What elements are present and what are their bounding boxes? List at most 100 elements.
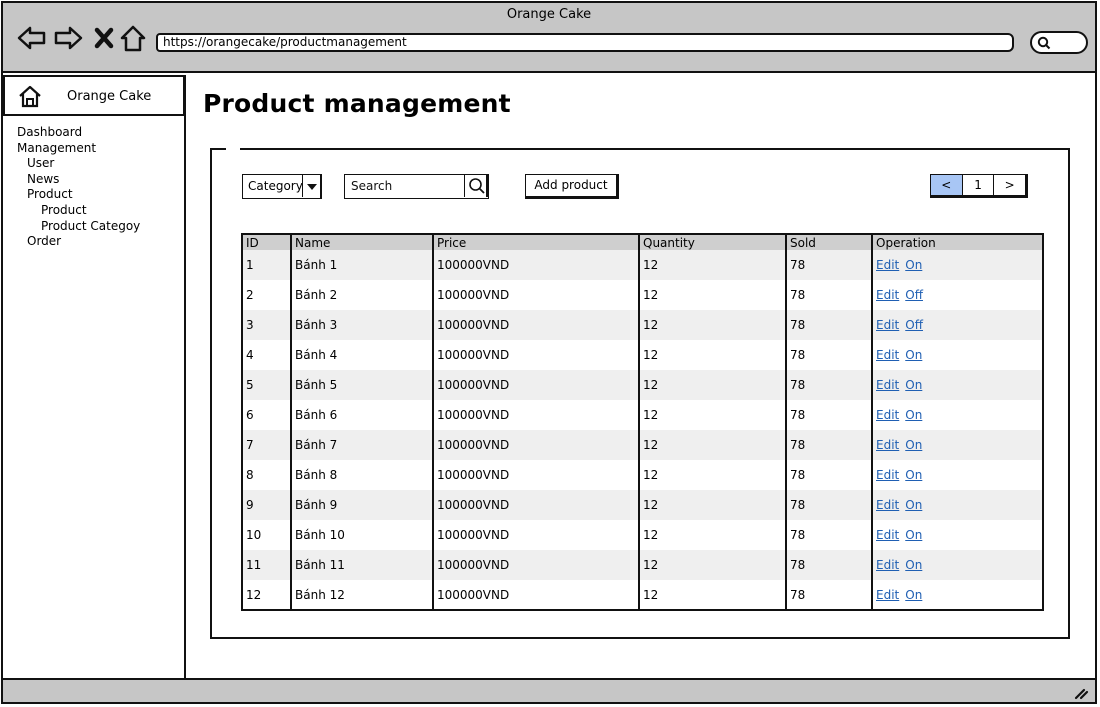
browser-toolbar: Orange Cake https://orangecake/productma… — [3, 3, 1095, 73]
status-toggle-link[interactable]: On — [905, 588, 922, 602]
panel-border-gap — [226, 147, 240, 152]
edit-link[interactable]: Edit — [876, 408, 899, 422]
status-toggle-link[interactable]: On — [905, 438, 922, 452]
cell-name: Bánh 2 — [290, 280, 433, 310]
edit-link[interactable]: Edit — [876, 318, 899, 332]
cell-sold: 78 — [785, 580, 872, 610]
cell-operation: Edit Off — [871, 310, 1042, 340]
back-arrow-icon[interactable] — [17, 23, 47, 53]
cell-operation: Edit On — [871, 520, 1042, 550]
sidebar-item-order[interactable]: Order — [17, 234, 140, 250]
cell-quantity: 12 — [638, 310, 786, 340]
sidebar-item-product-category[interactable]: Product Categoy — [17, 219, 140, 235]
status-toggle-link[interactable]: On — [905, 348, 922, 362]
close-icon[interactable] — [89, 23, 119, 53]
cell-sold: 78 — [785, 550, 872, 580]
cell-sold: 78 — [785, 400, 872, 430]
status-bar — [3, 678, 1095, 702]
column-header-id: ID — [243, 235, 291, 250]
cell-sold: 78 — [785, 430, 872, 460]
cell-sold: 78 — [785, 340, 872, 370]
edit-link[interactable]: Edit — [876, 498, 899, 512]
cell-name: Bánh 3 — [290, 310, 433, 340]
table-row: 9 Bánh 9 100000VND 12 78 Edit On — [243, 490, 1042, 520]
search-icon — [1037, 36, 1051, 50]
edit-link[interactable]: Edit — [876, 378, 899, 392]
forward-arrow-icon[interactable] — [53, 23, 83, 53]
column-header-sold: Sold — [785, 235, 872, 250]
status-toggle-link[interactable]: On — [905, 528, 922, 542]
cell-operation: Edit Off — [871, 280, 1042, 310]
column-header-operation: Operation — [871, 235, 1042, 250]
pagination-page-1[interactable]: 1 — [961, 175, 994, 195]
table-row: 6 Bánh 6 100000VND 12 78 Edit On — [243, 400, 1042, 430]
table-row: 7 Bánh 7 100000VND 12 78 Edit On — [243, 430, 1042, 460]
cell-name: Bánh 9 — [290, 490, 433, 520]
sidebar-item-product-list[interactable]: Product — [17, 203, 140, 219]
status-toggle-link[interactable]: On — [905, 558, 922, 572]
edit-link[interactable]: Edit — [876, 288, 899, 302]
status-toggle-link[interactable]: Off — [905, 318, 923, 332]
cell-quantity: 12 — [638, 430, 786, 460]
edit-link[interactable]: Edit — [876, 258, 899, 272]
add-product-button[interactable]: Add product — [525, 174, 619, 199]
status-toggle-link[interactable]: On — [905, 408, 922, 422]
column-header-quantity: Quantity — [638, 235, 786, 250]
status-toggle-link[interactable]: On — [905, 498, 922, 512]
status-toggle-link[interactable]: On — [905, 258, 922, 272]
cell-quantity: 12 — [638, 250, 786, 280]
edit-link[interactable]: Edit — [876, 528, 899, 542]
edit-link[interactable]: Edit — [876, 588, 899, 602]
cell-quantity: 12 — [638, 370, 786, 400]
sidebar-item-product[interactable]: Product — [17, 187, 140, 203]
cell-id: 8 — [246, 468, 254, 482]
cell-id: 9 — [243, 490, 291, 520]
sidebar-home-label: Orange Cake — [67, 89, 152, 104]
edit-link[interactable]: Edit — [876, 438, 899, 452]
cell-name: Bánh 1 — [290, 250, 433, 280]
cell-id: 11 — [243, 550, 291, 580]
status-toggle-link[interactable]: On — [905, 378, 922, 392]
resize-grip-icon[interactable] — [1073, 684, 1089, 700]
cell-id: 7 — [243, 430, 291, 460]
cell-sold: 78 — [785, 490, 872, 520]
cell-id: 3 — [243, 310, 291, 340]
status-toggle-link[interactable]: Off — [905, 288, 923, 302]
category-select[interactable]: Category — [242, 174, 322, 199]
product-panel: Category Search Add product < 1 > ID Nam… — [210, 147, 1070, 639]
browser-search-button[interactable] — [1030, 31, 1088, 54]
page-title: Product management — [203, 89, 511, 118]
sidebar-item-news[interactable]: News — [17, 172, 140, 188]
cell-id: 10 — [246, 528, 262, 542]
cell-price: 100000VND — [432, 370, 639, 400]
column-header-name: Name — [290, 235, 433, 250]
search-input[interactable]: Search — [344, 174, 489, 199]
sidebar-item-user[interactable]: User — [17, 156, 140, 172]
home-icon[interactable] — [118, 23, 148, 53]
cell-operation: Edit On — [871, 430, 1042, 460]
sidebar-home-button[interactable]: Orange Cake — [3, 75, 185, 116]
table-row: 5 Bánh 5 100000VND 12 78 Edit On — [243, 370, 1042, 400]
table-body: 1 Bánh 1 100000VND 12 78 Edit On 2 Bánh 2 100000V… — [243, 250, 1042, 610]
pagination-prev-button[interactable]: < — [931, 175, 962, 195]
cell-sold: 78 — [785, 370, 872, 400]
cell-sold: 78 — [785, 310, 872, 340]
cell-quantity: 12 — [638, 460, 786, 490]
cell-operation: Edit On — [871, 490, 1042, 520]
cell-operation: Edit On — [871, 400, 1042, 430]
status-toggle-link[interactable]: On — [905, 468, 922, 482]
pagination-next-button[interactable]: > — [993, 175, 1025, 195]
sidebar-item-dashboard[interactable]: Dashboard — [17, 125, 140, 141]
address-bar[interactable]: https://orangecake/productmanagement — [156, 33, 1014, 52]
table-row: 12 Bánh 12 100000VND 12 78 Edit On — [243, 580, 1042, 610]
edit-link[interactable]: Edit — [876, 348, 899, 362]
sidebar-item-management[interactable]: Management — [17, 141, 140, 157]
edit-link[interactable]: Edit — [876, 558, 899, 572]
product-table: ID Name Price Quantity Sold Operation 1B… — [241, 233, 1044, 611]
table-row: 10 Bánh 10 100000VND 12 78 Edit On — [243, 520, 1042, 550]
edit-link[interactable]: Edit — [876, 468, 899, 482]
cell-operation: Edit On — [871, 580, 1042, 610]
cell-quantity: 12 — [638, 550, 786, 580]
cell-operation: Edit On — [871, 340, 1042, 370]
search-button[interactable] — [464, 175, 488, 197]
